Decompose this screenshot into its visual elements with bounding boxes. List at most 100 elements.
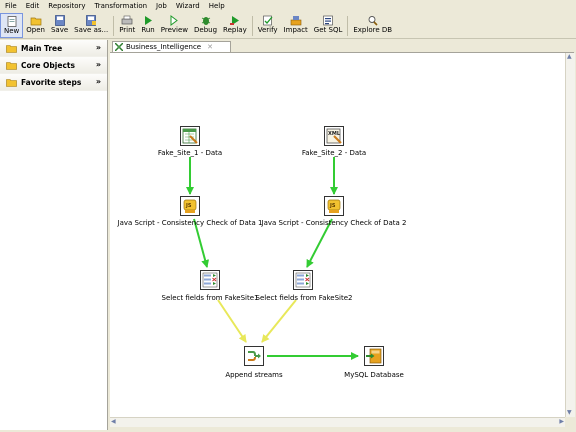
step-fake-site-2[interactable]: XML (324, 126, 344, 146)
run-button[interactable]: Run (138, 13, 157, 38)
save-as-button[interactable]: Save as... (71, 13, 111, 38)
step-select-fields-2[interactable] (293, 270, 313, 290)
step-javascript-check-2[interactable]: JS (324, 196, 344, 216)
toolbar-separator (347, 16, 349, 36)
sidebar-item-main-tree[interactable]: Main Tree » (0, 40, 107, 57)
sidebar-item-label: Core Objects (21, 60, 75, 70)
save-icon (54, 15, 65, 26)
editor-tab-bar: Business_Intelligence ✕ (110, 40, 574, 53)
folder-icon (6, 78, 17, 87)
replay-button[interactable]: Replay (220, 13, 250, 38)
sql-icon (323, 15, 333, 26)
chevron-expand-icon[interactable]: » (96, 43, 101, 52)
preview-button[interactable]: Preview (158, 13, 191, 38)
step-label: Append streams (225, 371, 283, 379)
step-select-fields-1[interactable] (200, 270, 220, 290)
run-icon (145, 16, 153, 25)
new-file-icon (7, 16, 17, 27)
explore-db-button[interactable]: Explore DB (350, 13, 395, 38)
save-as-icon (86, 15, 97, 26)
transformation-icon (115, 43, 123, 51)
debug-button[interactable]: Debug (191, 13, 220, 38)
select-values-icon (295, 272, 311, 288)
scrollbar-corner (565, 417, 575, 427)
open-folder-icon (30, 17, 41, 26)
step-label: Java Script - Consistency Check of Data … (117, 219, 263, 227)
menu-job[interactable]: Job (151, 0, 171, 13)
impact-button-label: Impact (283, 26, 308, 34)
replay-button-label: Replay (223, 26, 247, 34)
impact-button[interactable]: Impact (281, 13, 311, 38)
menu-file[interactable]: File (0, 0, 21, 13)
chevron-expand-icon[interactable]: » (96, 77, 101, 86)
debug-button-label: Debug (194, 26, 218, 34)
table-output-icon (366, 348, 382, 364)
left-panel: Main Tree » Core Objects » Favorite step… (0, 40, 108, 430)
hop-sel2-to-append[interactable] (261, 299, 297, 343)
step-label: Select fields from FakeSite2 (255, 294, 353, 302)
transformation-canvas[interactable]: Fake_Site_1 - Data XML Fake_Site_2 - Dat… (110, 53, 565, 417)
vertical-scrollbar[interactable]: ▲ ▼ (565, 53, 575, 417)
horizontal-scrollbar[interactable]: ◀ ▶ (110, 417, 565, 427)
javascript-icon: JS (327, 199, 341, 213)
sidebar-item-favorite-steps[interactable]: Favorite steps » (0, 74, 107, 91)
svg-text:JS: JS (185, 203, 192, 209)
menu-edit[interactable]: Edit (21, 0, 44, 13)
get-sql-button[interactable]: Get SQL (311, 13, 346, 38)
get-sql-button-label: Get SQL (313, 26, 343, 34)
hop-sel1-to-append[interactable] (217, 299, 247, 343)
scroll-up-icon[interactable]: ▲ (567, 53, 572, 61)
select-values-icon (202, 272, 218, 288)
folder-icon (6, 61, 17, 70)
explore-db-icon (368, 16, 378, 26)
menu-transformation[interactable]: Transformation (90, 0, 152, 13)
step-javascript-check-1[interactable]: JS (180, 196, 200, 216)
print-button[interactable]: Print (116, 13, 138, 38)
step-fake-site-1[interactable] (180, 126, 200, 146)
scroll-right-icon[interactable]: ▶ (559, 418, 564, 426)
step-label: MySQL Database (344, 371, 404, 379)
toolbar-separator (251, 16, 253, 36)
preview-button-label: Preview (160, 26, 188, 34)
close-icon[interactable]: ✕ (207, 43, 213, 51)
folder-icon (6, 44, 17, 53)
save-button[interactable]: Save (48, 13, 71, 38)
run-button-label: Run (141, 26, 155, 34)
menu-repository[interactable]: Repository (43, 0, 89, 13)
menu-help[interactable]: Help (204, 0, 229, 13)
step-append-streams[interactable] (244, 346, 264, 366)
open-button[interactable]: Open (23, 13, 48, 38)
menu-wizard[interactable]: Wizard (171, 0, 204, 13)
print-button-label: Print (119, 26, 136, 34)
verify-button[interactable]: Verify (255, 13, 281, 38)
scroll-left-icon[interactable]: ◀ (111, 418, 116, 426)
toolbar: New Open Save Save as... Print Run Previ… (0, 13, 576, 39)
step-label: Select fields from FakeSite1 (161, 294, 259, 302)
javascript-icon: JS (183, 199, 197, 213)
step-label: Fake_Site_1 - Data (157, 149, 223, 157)
new-button[interactable]: New (0, 13, 24, 38)
tab-title: Business_Intelligence (126, 43, 202, 51)
debug-bug-icon (201, 17, 210, 25)
step-mysql-database[interactable] (364, 346, 384, 366)
menu-bar: File Edit Repository Transformation Job … (0, 0, 576, 13)
sidebar-item-label: Favorite steps (21, 77, 82, 87)
step-label: Java Script - Consistency Check of Data … (261, 219, 407, 227)
verify-button-label: Verify (257, 26, 278, 34)
step-label: Fake_Site_2 - Data (301, 149, 367, 157)
chevron-expand-icon[interactable]: » (96, 60, 101, 69)
hops-layer (186, 157, 359, 360)
scroll-down-icon[interactable]: ▼ (567, 409, 572, 417)
svg-text:JS: JS (329, 203, 336, 209)
sidebar-item-core-objects[interactable]: Core Objects » (0, 57, 107, 74)
printer-icon (121, 15, 133, 25)
replay-icon (229, 16, 239, 25)
tab-business-intelligence[interactable]: Business_Intelligence ✕ (112, 41, 231, 52)
toolbar-separator (113, 16, 115, 36)
explore-db-button-label: Explore DB (353, 26, 393, 34)
sidebar-item-label: Main Tree (21, 43, 63, 53)
preview-icon (170, 15, 179, 26)
new-button-label: New (4, 27, 20, 35)
impact-icon (290, 16, 301, 26)
verify-icon (262, 15, 273, 26)
